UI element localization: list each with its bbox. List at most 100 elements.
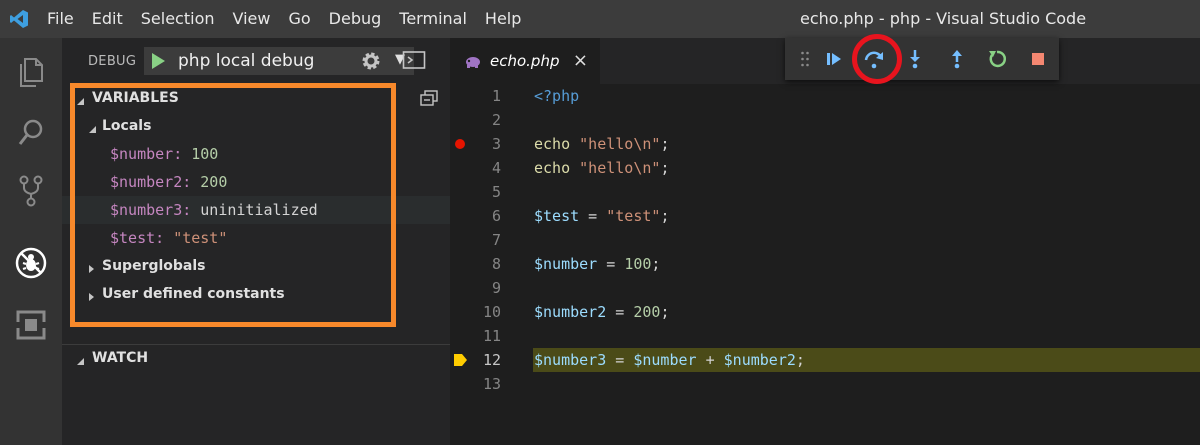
line-number: 7 (491, 231, 501, 249)
code-token: ; (660, 207, 670, 225)
code-token: = (579, 207, 607, 225)
code-line[interactable]: 12 $number3 = $number + $number2; (450, 348, 1200, 372)
variables-section-header[interactable]: VARIABLES (62, 84, 450, 112)
variable-name: $number2: (110, 173, 192, 191)
menu-view[interactable]: View (224, 0, 280, 38)
variable-row[interactable]: $number3: uninitialized (62, 196, 450, 224)
extensions-icon[interactable] (0, 296, 62, 354)
code-token: <?php (534, 87, 580, 105)
code-line[interactable]: 7 (450, 228, 1200, 252)
code-token: echo (534, 159, 580, 177)
code-line[interactable]: 8 $number = 100; (450, 252, 1200, 276)
code-token: echo (534, 135, 580, 153)
title-bar: File Edit Selection View Go Debug Termin… (0, 0, 1200, 38)
code-line[interactable]: 4 echo "hello\n"; (450, 156, 1200, 180)
debug-toolbar (785, 38, 1059, 80)
code-line[interactable]: 11 (450, 324, 1200, 348)
menu-terminal[interactable]: Terminal (390, 0, 476, 38)
code-text: $number = 100; (534, 252, 660, 276)
code-line[interactable]: 6 $test = "test"; (450, 204, 1200, 228)
line-number: 8 (491, 255, 501, 273)
code-token: "hello\n" (579, 159, 661, 177)
breakpoint-icon[interactable] (455, 139, 465, 149)
menu-go[interactable]: Go (279, 0, 319, 38)
variable-name: $test: (110, 229, 165, 247)
php-file-icon (464, 54, 482, 68)
code-text: echo "hello\n"; (534, 156, 669, 180)
twisty-expanded-icon (74, 92, 86, 105)
code-token: ; (660, 135, 670, 153)
menu-edit[interactable]: Edit (83, 0, 132, 38)
code-token: $number2 (723, 351, 796, 369)
collapse-all-icon[interactable] (420, 90, 438, 106)
superglobals-label: Superglobals (102, 258, 206, 274)
tab-echo-php[interactable]: echo.php × (450, 38, 600, 84)
menu-debug[interactable]: Debug (320, 0, 391, 38)
menu-selection[interactable]: Selection (132, 0, 224, 38)
explorer-icon[interactable] (0, 44, 62, 102)
menu-bar: File Edit Selection View Go Debug Termin… (38, 0, 530, 38)
gear-icon[interactable] (360, 50, 382, 72)
code-token: "test" (606, 207, 661, 225)
step-out-icon[interactable] (945, 47, 969, 71)
execution-pointer-icon (454, 354, 467, 366)
tree-node-superglobals[interactable]: Superglobals (62, 252, 450, 280)
tab-label: echo.php (490, 52, 560, 70)
variable-row[interactable]: $test: "test" (62, 224, 450, 252)
code-line[interactable]: 3 echo "hello\n"; (450, 132, 1200, 156)
watch-section-header[interactable]: WATCH (62, 344, 450, 372)
variable-value: 100 (191, 145, 219, 163)
code-line[interactable]: 1 <?php (450, 84, 1200, 108)
vscode-logo-icon (0, 0, 38, 38)
variable-name: $number3: (110, 201, 192, 219)
step-into-icon[interactable] (903, 47, 927, 71)
debug-icon[interactable] (0, 234, 62, 292)
activity-bar (0, 38, 62, 445)
line-number: 10 (482, 303, 501, 321)
debug-console-icon[interactable] (402, 50, 426, 72)
twisty-expanded-icon (74, 352, 86, 365)
code-token: 200 (633, 303, 661, 321)
code-line[interactable]: 10 $number2 = 200; (450, 300, 1200, 324)
code-token: $test (534, 207, 580, 225)
restart-icon[interactable] (985, 47, 1009, 71)
menu-help[interactable]: Help (476, 0, 530, 38)
code-token: 100 (624, 255, 652, 273)
watch-title: WATCH (92, 350, 149, 366)
line-number: 2 (491, 111, 501, 129)
start-debugging-icon[interactable] (146, 48, 170, 74)
variable-value: uninitialized (200, 201, 318, 219)
stop-icon[interactable] (1026, 47, 1050, 71)
close-icon[interactable]: × (573, 50, 588, 71)
code-token: $number3 (534, 351, 607, 369)
twisty-collapsed-icon (86, 288, 98, 301)
variable-row[interactable]: $number2: 200 (62, 168, 450, 196)
variable-name: $number: (110, 145, 183, 163)
code-token: = (606, 351, 634, 369)
search-icon[interactable] (0, 104, 62, 162)
code-line[interactable]: 9 (450, 276, 1200, 300)
code-token: + (696, 351, 724, 369)
tree-node-user-constants[interactable]: User defined constants (62, 280, 450, 308)
code-token: ; (651, 255, 661, 273)
code-line[interactable]: 2 (450, 108, 1200, 132)
code-token: $number (633, 351, 697, 369)
code-text: <?php (534, 84, 579, 108)
source-control-icon[interactable] (0, 162, 62, 220)
tree-node-locals[interactable]: Locals (62, 112, 450, 140)
code-line[interactable]: 13 (450, 372, 1200, 396)
drag-handle-icon[interactable] (793, 47, 817, 71)
code-line[interactable]: 5 (450, 180, 1200, 204)
continue-icon[interactable] (822, 47, 846, 71)
variable-row[interactable]: $number: 100 (62, 140, 450, 168)
code-text: $test = "test"; (534, 204, 669, 228)
code-text: $number3 = $number + $number2; (534, 348, 805, 372)
step-over-icon[interactable] (862, 47, 886, 71)
window-title: echo.php - php - Visual Studio Code (800, 9, 1087, 28)
code-token: ; (660, 159, 670, 177)
code-editor[interactable]: 1 <?php 2 3 echo "hello\n"; 4 echo "hello\n"; 5… (450, 84, 1200, 445)
code-token: = (606, 303, 634, 321)
menu-file[interactable]: File (38, 0, 83, 38)
line-number: 4 (491, 159, 501, 177)
code-token: "hello\n" (579, 135, 661, 153)
